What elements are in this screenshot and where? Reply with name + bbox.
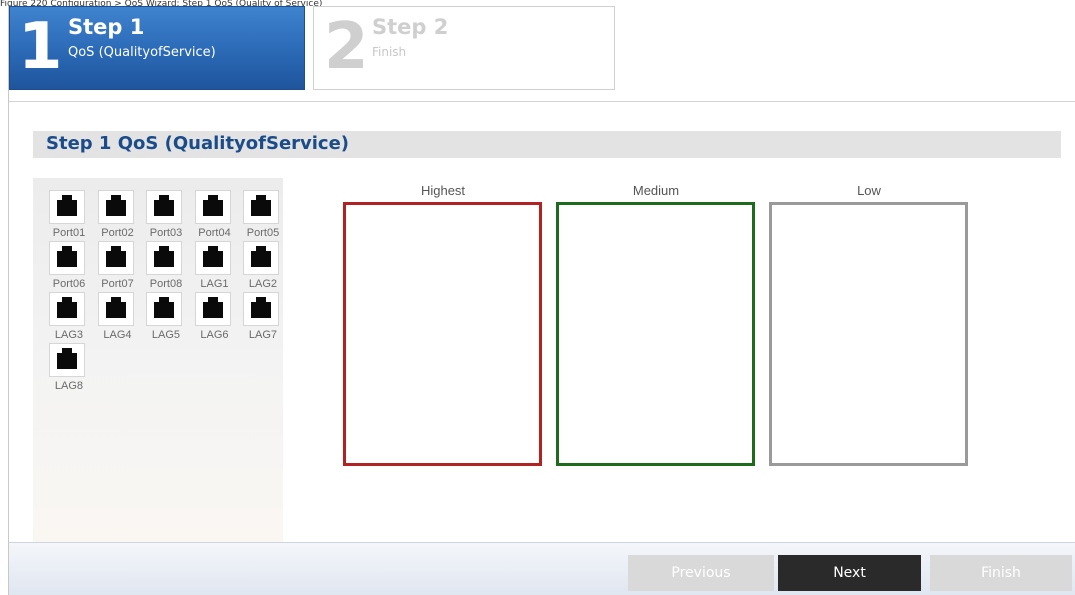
ethernet-port-icon (97, 241, 134, 275)
port-port06[interactable]: Port06 (45, 241, 93, 295)
port-label: Port03 (149, 227, 183, 239)
port-label: Port08 (149, 278, 183, 290)
ethernet-port-icon (97, 292, 134, 326)
port-label: Port07 (101, 278, 134, 290)
ethernet-port-icon (243, 292, 279, 326)
port-lag7[interactable]: LAG7 (239, 292, 287, 346)
port-port05[interactable]: Port05 (239, 190, 287, 244)
port-label: Port01 (52, 227, 86, 239)
ethernet-port-icon (194, 292, 231, 326)
step-1-subtitle: QoS (QualityofService) (68, 45, 216, 60)
header-divider (9, 101, 1075, 102)
highest-drop-zone[interactable] (343, 202, 542, 466)
ethernet-port-icon (97, 190, 134, 224)
port-port03[interactable]: Port03 (142, 190, 190, 244)
wizard-footer: Previous Next Finish (9, 542, 1075, 595)
port-lag3[interactable]: LAG3 (45, 292, 93, 346)
port-port04[interactable]: Port04 (191, 190, 239, 244)
step-1-tab[interactable]: 1 Step 1 QoS (QualityofService) (9, 6, 305, 90)
port-label: Port04 (198, 227, 231, 239)
port-lag2[interactable]: LAG2 (239, 241, 287, 295)
port-lag5[interactable]: LAG5 (142, 292, 190, 346)
ethernet-port-icon (49, 292, 85, 326)
port-lag8[interactable]: LAG8 (45, 343, 93, 397)
port-label: LAG3 (54, 329, 84, 341)
port-label: LAG7 (248, 329, 278, 341)
ethernet-port-icon (194, 241, 231, 275)
highest-label: Highest (420, 183, 466, 198)
next-button[interactable]: Next (778, 555, 921, 591)
port-port08[interactable]: Port08 (142, 241, 190, 295)
ethernet-port-icon (146, 292, 182, 326)
step-1-title: Step 1 (68, 15, 145, 39)
port-label: LAG5 (151, 329, 181, 341)
port-label: LAG1 (200, 278, 229, 290)
previous-button[interactable]: Previous (628, 555, 774, 591)
port-label: Port06 (52, 278, 86, 290)
port-palette: Port01 Port02 Port03 Port04 Port05 Port06 Port… (33, 178, 283, 544)
port-port01[interactable]: Port01 (45, 190, 93, 244)
wizard-frame: 1 Step 1 QoS (QualityofService) 2 Step 2… (8, 6, 1075, 595)
medium-label: Medium (632, 183, 680, 198)
port-label: Port02 (101, 227, 134, 239)
ethernet-port-icon (243, 190, 279, 224)
step-2-subtitle: Finish (372, 45, 407, 59)
ethernet-port-icon (243, 241, 279, 275)
port-lag4[interactable]: LAG4 (94, 292, 142, 346)
port-lag6[interactable]: LAG6 (191, 292, 239, 346)
section-header: Step 1 QoS (QualityofService) (33, 131, 1061, 158)
ethernet-port-icon (49, 190, 85, 224)
ethernet-port-icon (194, 190, 231, 224)
ethernet-port-icon (49, 241, 85, 275)
port-label: LAG4 (103, 329, 132, 341)
finish-button[interactable]: Finish (930, 555, 1072, 591)
step-2-number: 2 (324, 10, 369, 84)
port-label: LAG2 (248, 278, 278, 290)
ethernet-port-icon (146, 241, 182, 275)
port-port07[interactable]: Port07 (94, 241, 142, 295)
medium-drop-zone[interactable] (556, 202, 755, 466)
port-label: LAG8 (54, 380, 84, 392)
step-2-tab[interactable]: 2 Step 2 Finish (313, 6, 615, 90)
step-1-number: 1 (18, 10, 63, 84)
ethernet-port-icon (49, 343, 85, 377)
section-title: Step 1 QoS (QualityofService) (46, 133, 350, 154)
port-lag1[interactable]: LAG1 (191, 241, 239, 295)
low-drop-zone[interactable] (769, 202, 968, 466)
step-2-title: Step 2 (372, 15, 449, 39)
ethernet-port-icon (146, 190, 182, 224)
port-label: LAG6 (200, 329, 229, 341)
low-label: Low (857, 183, 881, 198)
port-port02[interactable]: Port02 (94, 190, 142, 244)
port-label: Port05 (246, 227, 280, 239)
